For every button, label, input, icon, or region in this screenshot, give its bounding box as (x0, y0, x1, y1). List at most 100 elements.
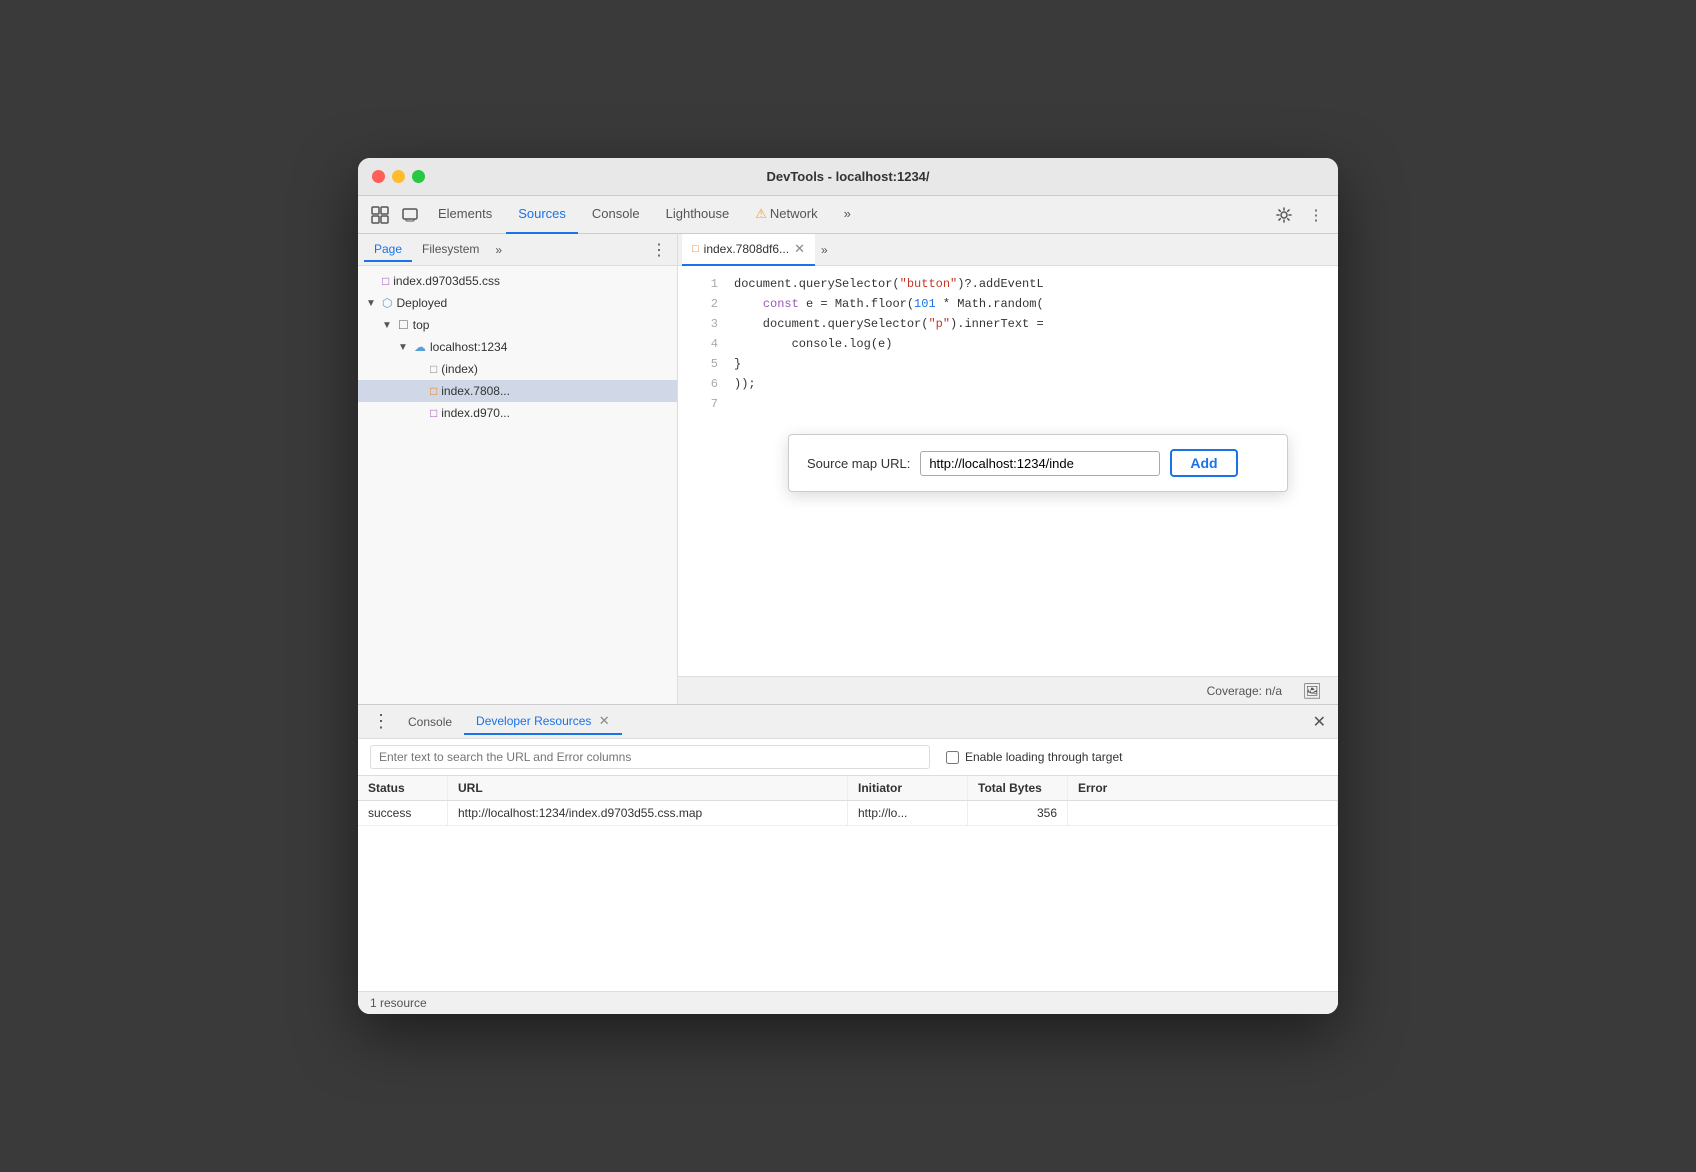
close-button[interactable] (372, 170, 385, 183)
editor-tab-main[interactable]: □ index.7808df6... ✕ (682, 234, 815, 266)
js-tab-icon: □ (692, 243, 699, 255)
tab-more[interactable]: » (832, 196, 863, 234)
nav-tabs: Elements Sources Console Lighthouse ⚠ Ne… (358, 196, 1338, 234)
tree-item-label: index.7808... (441, 384, 510, 398)
tab-network[interactable]: ⚠ Network (743, 196, 829, 234)
bottom-panel-close[interactable]: ✕ (1309, 712, 1330, 732)
css-file-icon: □ (382, 274, 389, 288)
left-panel-more[interactable]: » (489, 239, 508, 261)
source-map-input[interactable] (920, 451, 1160, 476)
minimize-button[interactable] (392, 170, 405, 183)
tab-developer-resources[interactable]: Developer Resources ✕ (464, 709, 622, 735)
source-map-label: Source map URL: (807, 456, 910, 471)
code-line-3: 3 document.querySelector("p").innerText … (678, 314, 1338, 334)
table-row[interactable]: success http://localhost:1234/index.d970… (358, 801, 1338, 826)
cell-status: success (358, 801, 448, 825)
code-line-1: 1 document.querySelector("button")?.addE… (678, 274, 1338, 294)
tree-item-js1[interactable]: □ index.7808... (358, 380, 677, 402)
titlebar: DevTools - localhost:1234/ (358, 158, 1338, 196)
col-error: Error (1068, 776, 1338, 800)
html-file-icon: □ (430, 362, 437, 376)
tab-sources[interactable]: Sources (506, 196, 578, 234)
line-num: 7 (690, 394, 718, 414)
tree-item-top[interactable]: ▼ ☐ top (358, 314, 677, 336)
col-status: Status (358, 776, 448, 800)
settings-button[interactable] (1270, 201, 1298, 229)
line-num: 3 (690, 314, 718, 334)
search-bar: Enable loading through target (358, 739, 1338, 776)
window-controls (372, 170, 425, 183)
col-url: URL (448, 776, 848, 800)
tab-elements[interactable]: Elements (426, 196, 504, 234)
folder-icon: ⬡ (382, 296, 392, 310)
tab-console-bottom[interactable]: Console (396, 711, 464, 733)
js-file-icon: □ (430, 384, 437, 398)
line-num: 1 (690, 274, 718, 294)
kebab-menu[interactable]: ⋮ (1302, 201, 1330, 229)
editor-tab-label: index.7808df6... (704, 242, 789, 256)
code-line-6: 6 )); (678, 374, 1338, 394)
tree-arrow: ▼ (382, 320, 398, 331)
inspect-icon[interactable] (366, 201, 394, 229)
dev-resources-close[interactable]: ✕ (599, 713, 610, 728)
tree-item-label: index.d9703d55.css (393, 274, 500, 288)
bottom-panel: ⋮ Console Developer Resources ✕ ✕ Enable… (358, 704, 1338, 1014)
tree-item-index[interactable]: □ (index) (358, 358, 677, 380)
tree-item-label: (index) (441, 362, 478, 376)
resources-table: Status URL Initiator Total Bytes Error s… (358, 776, 1338, 991)
code-line-4: 4 console.log(e) (678, 334, 1338, 354)
editor-tabs: □ index.7808df6... ✕ » (678, 234, 1338, 266)
cell-error (1068, 801, 1338, 825)
line-num: 5 (690, 354, 718, 374)
enable-loading-label: Enable loading through target (965, 750, 1122, 764)
tree-item-label: localhost:1234 (430, 340, 507, 354)
coverage-label: Coverage: n/a (1207, 684, 1282, 698)
tab-page[interactable]: Page (364, 238, 412, 262)
tree-item-deployed[interactable]: ▼ ⬡ Deployed (358, 292, 677, 314)
file-tree: □ index.d9703d55.css ▼ ⬡ Deployed ▼ ☐ to… (358, 266, 677, 704)
tab-lighthouse[interactable]: Lighthouse (654, 196, 742, 234)
frame-icon: ☐ (398, 318, 409, 332)
enable-loading-area: Enable loading through target (946, 750, 1122, 764)
cell-url: http://localhost:1234/index.d9703d55.css… (448, 801, 848, 825)
left-panel-tabs: Page Filesystem » ⋮ (358, 234, 677, 266)
code-line-7: 7 (678, 394, 1338, 414)
resource-count: 1 resource (370, 996, 427, 1010)
tree-arrow: ▼ (366, 298, 382, 309)
warning-icon: ⚠ (755, 206, 767, 222)
editor-tab-more[interactable]: » (815, 239, 834, 261)
tree-item-label: index.d970... (441, 406, 510, 420)
col-initiator: Initiator (848, 776, 968, 800)
panel-kebab[interactable]: ⋮ (647, 238, 671, 262)
source-map-overlay: Source map URL: Add (788, 434, 1288, 492)
tree-item-css2[interactable]: □ index.d970... (358, 402, 677, 424)
cloud-icon: ☁ (414, 340, 426, 354)
main-area: Page Filesystem » ⋮ □ index.d9703d55.css (358, 234, 1338, 704)
cell-initiator: http://lo... (848, 801, 968, 825)
tree-item-label: top (413, 318, 430, 332)
add-source-map-button[interactable]: Add (1170, 449, 1237, 477)
search-input[interactable] (370, 745, 930, 769)
maximize-button[interactable] (412, 170, 425, 183)
status-bar: Coverage: n/a 🖼 (678, 676, 1338, 704)
tabs-right: ⋮ (1270, 201, 1330, 229)
right-panel: □ index.7808df6... ✕ » 1 document.queryS… (678, 234, 1338, 704)
tree-arrow: ▼ (398, 342, 414, 353)
code-line-5: 5 } (678, 354, 1338, 374)
bottom-tabs: ⋮ Console Developer Resources ✕ ✕ (358, 705, 1338, 739)
enable-loading-checkbox[interactable] (946, 751, 959, 764)
tab-filesystem[interactable]: Filesystem (412, 238, 489, 262)
tree-item-css1[interactable]: □ index.d9703d55.css (358, 270, 677, 292)
window-title: DevTools - localhost:1234/ (766, 169, 929, 184)
tab-console[interactable]: Console (580, 196, 652, 234)
bottom-tab-more[interactable]: ⋮ (366, 711, 396, 732)
css-file-icon: □ (430, 406, 437, 420)
tree-item-localhost[interactable]: ▼ ☁ localhost:1234 (358, 336, 677, 358)
line-num: 6 (690, 374, 718, 394)
editor-tab-close[interactable]: ✕ (794, 241, 805, 257)
screenshot-icon[interactable]: 🖼 (1298, 677, 1326, 705)
bottom-footer: 1 resource (358, 991, 1338, 1014)
device-icon[interactable] (396, 201, 424, 229)
devtools-window: DevTools - localhost:1234/ Elements Sour… (358, 158, 1338, 1014)
cell-bytes: 356 (968, 801, 1068, 825)
